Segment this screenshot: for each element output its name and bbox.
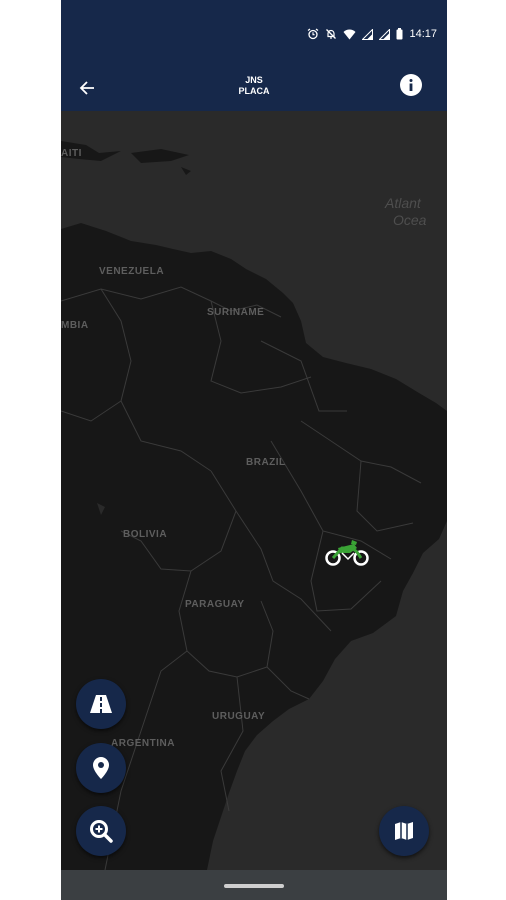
map-label-suriname: SURINAME xyxy=(207,307,265,318)
map-icon xyxy=(395,822,413,840)
map-label-venezuela: VENEZUELA xyxy=(99,266,165,277)
mute-icon xyxy=(326,29,337,39)
road-icon xyxy=(90,695,112,713)
signal-icon xyxy=(362,28,374,40)
title-line-1: JNS xyxy=(245,75,263,85)
map-label-bolivia: BOLIVIA xyxy=(123,529,168,540)
zoom-button[interactable] xyxy=(76,806,126,856)
page-title: JNS PLACA xyxy=(61,75,447,97)
phone-screen: 14:17 JNS PLACA AITI VENEZUELA SURINAME … xyxy=(61,0,447,900)
location-button[interactable] xyxy=(76,743,126,793)
ocean-label-line-1: Atlant xyxy=(385,195,421,211)
info-button[interactable] xyxy=(400,74,422,96)
location-pin-icon xyxy=(93,757,109,779)
title-line-2: PLACA xyxy=(238,86,270,96)
zoom-in-icon xyxy=(90,820,113,843)
map-label-ocean: Atlant Ocea xyxy=(385,195,426,229)
wifi-icon xyxy=(343,29,356,39)
signal-icon xyxy=(379,28,391,40)
status-time: 14:17 xyxy=(409,28,437,40)
road-button[interactable] xyxy=(76,679,126,729)
status-icons: 14:17 xyxy=(307,27,437,41)
map-label-argentina: ARGENTINA xyxy=(111,738,175,749)
alarm-icon xyxy=(308,28,319,40)
map-label-colombia: MBIA xyxy=(61,320,89,331)
battery-icon xyxy=(396,28,403,40)
status-bar: 14:17 xyxy=(61,0,447,64)
map-label-brazil: BRAZIL xyxy=(246,457,286,468)
home-handle[interactable] xyxy=(224,884,284,888)
map-label-uruguay: URUGUAY xyxy=(212,711,266,722)
motorcycle-icon xyxy=(325,540,369,566)
map-label-paraguay: PARAGUAY xyxy=(185,599,245,610)
map-label-haiti: AITI xyxy=(61,148,82,159)
vehicle-marker[interactable] xyxy=(324,538,370,566)
navigation-bar xyxy=(61,870,447,900)
ocean-label-line-2: Ocea xyxy=(393,212,427,228)
info-icon xyxy=(409,79,413,91)
app-bar: JNS PLACA xyxy=(61,64,447,111)
map-layers-button[interactable] xyxy=(379,806,429,856)
